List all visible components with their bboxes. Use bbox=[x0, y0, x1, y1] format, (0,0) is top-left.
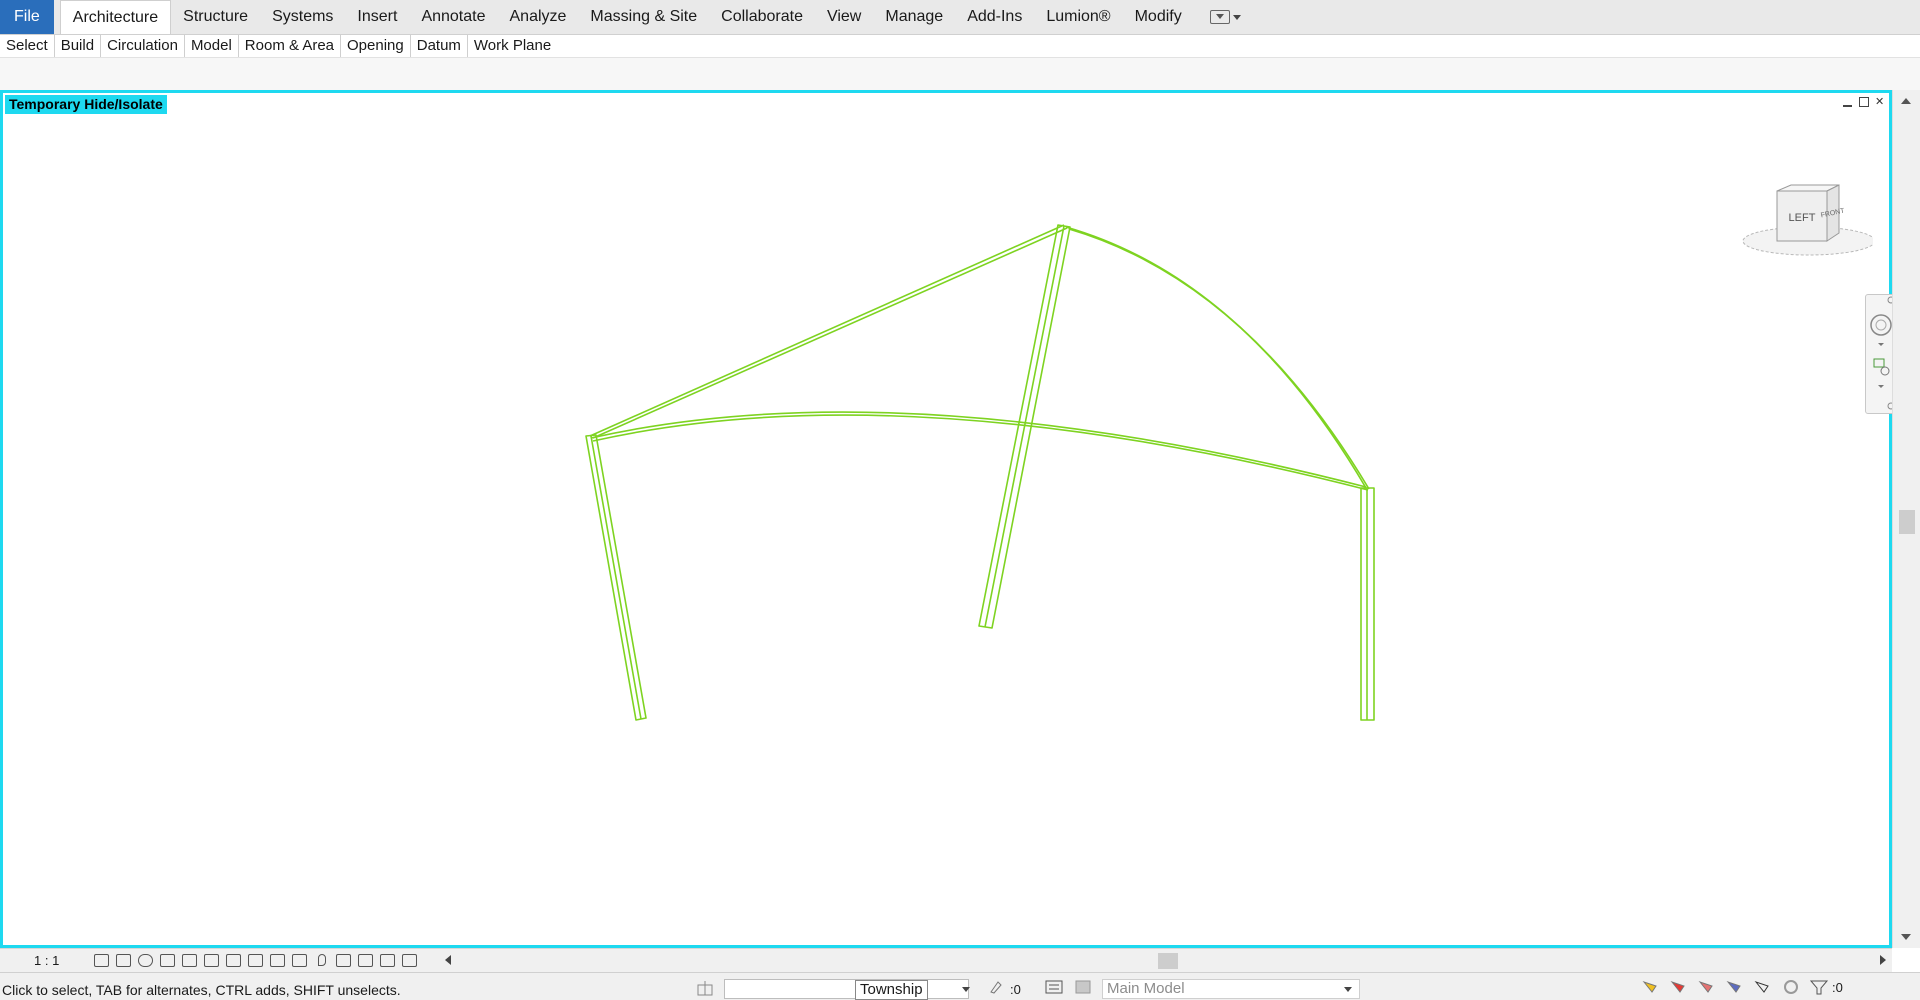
tab-massing-site[interactable]: Massing & Site bbox=[578, 0, 709, 34]
horizontal-scroll-thumb[interactable] bbox=[1158, 953, 1178, 969]
active-workset-value: Township bbox=[855, 980, 928, 1000]
design-option-dropdown[interactable]: Main Model bbox=[1102, 979, 1360, 999]
unlocked-view-icon[interactable] bbox=[246, 952, 264, 968]
tab-analyze[interactable]: Analyze bbox=[498, 0, 579, 34]
render-dialog-icon[interactable] bbox=[180, 952, 198, 968]
select-elements-by-face-icon[interactable] bbox=[1724, 978, 1746, 996]
ribbon-minimize-icon bbox=[1209, 10, 1230, 24]
scroll-right-icon[interactable] bbox=[1880, 955, 1886, 965]
panel-model[interactable]: Model bbox=[185, 35, 239, 57]
highlight-displacement-icon[interactable] bbox=[378, 952, 396, 968]
chevron-down-icon[interactable] bbox=[1344, 987, 1352, 992]
panel-datum[interactable]: Datum bbox=[411, 35, 468, 57]
design-options-icon[interactable] bbox=[1045, 979, 1063, 995]
zoom-magnifier-icon bbox=[1880, 366, 1890, 376]
tab-systems[interactable]: Systems bbox=[260, 0, 345, 34]
steering-wheel-icon[interactable] bbox=[1870, 314, 1892, 336]
chevron-down-icon bbox=[1232, 14, 1241, 20]
panel-room-area[interactable]: Room & Area bbox=[239, 35, 342, 57]
tab-architecture[interactable]: Architecture bbox=[59, 0, 172, 34]
exclude-options-icon[interactable] bbox=[1075, 979, 1093, 995]
panel-circulation[interactable]: Circulation bbox=[101, 35, 185, 57]
model-canvas[interactable] bbox=[3, 93, 1889, 945]
tab-add-ins[interactable]: Add-Ins bbox=[955, 0, 1034, 34]
beam-curved-upper[interactable] bbox=[1065, 226, 1367, 489]
viewcube-left-label: LEFT bbox=[1789, 212, 1816, 224]
scroll-up-icon[interactable] bbox=[1901, 98, 1911, 104]
tab-lumion[interactable]: Lumion® bbox=[1034, 0, 1122, 34]
ribbon-display-toggle[interactable] bbox=[1202, 0, 1249, 34]
view-scale[interactable]: 1 : 1 bbox=[34, 953, 59, 968]
temporary-hide-isolate-label: Temporary Hide/Isolate bbox=[5, 95, 167, 114]
scroll-left-icon[interactable] bbox=[445, 955, 451, 965]
temporary-view-properties-icon[interactable] bbox=[334, 952, 352, 968]
select-links-icon[interactable] bbox=[1640, 978, 1662, 996]
detail-level-icon[interactable] bbox=[92, 952, 110, 968]
scroll-down-icon[interactable] bbox=[1901, 934, 1911, 940]
chevron-down-icon[interactable] bbox=[1878, 343, 1884, 346]
reveal-hidden-elements-icon[interactable] bbox=[290, 952, 308, 968]
tab-structure[interactable]: Structure bbox=[171, 0, 260, 34]
active-workset-dropdown[interactable] bbox=[724, 979, 969, 999]
column-left-edge bbox=[590, 435, 642, 720]
beam-straight[interactable] bbox=[589, 224, 1065, 437]
tab-manage[interactable]: Manage bbox=[873, 0, 955, 34]
beam-straight-edge bbox=[592, 227, 1068, 439]
show-crop-region-icon[interactable] bbox=[224, 952, 242, 968]
panel-select[interactable]: Select bbox=[0, 35, 55, 57]
selection-options-icons: :0 bbox=[1640, 978, 1843, 996]
drag-elements-on-selection-icon[interactable] bbox=[1752, 978, 1774, 996]
editing-requests-icon[interactable] bbox=[988, 979, 1004, 995]
ribbon-panel-bar: Select Build Circulation Model Room & Ar… bbox=[0, 35, 1920, 58]
location-pin-icon[interactable] bbox=[312, 952, 330, 968]
panel-opening[interactable]: Opening bbox=[341, 35, 411, 57]
status-bar: Click to select, TAB for alternates, CTR… bbox=[0, 972, 1920, 1000]
tab-annotate[interactable]: Annotate bbox=[409, 0, 497, 34]
select-pinned-elements-icon[interactable] bbox=[1696, 978, 1718, 996]
select-underlay-elements-icon[interactable] bbox=[1668, 978, 1690, 996]
editing-requests-count: :0 bbox=[1010, 982, 1021, 997]
background-processes-icon[interactable] bbox=[1780, 978, 1802, 996]
panel-build[interactable]: Build bbox=[55, 35, 102, 57]
tab-collaborate[interactable]: Collaborate bbox=[709, 0, 815, 34]
shadows-icon[interactable] bbox=[158, 952, 176, 968]
vertical-scrollbar[interactable] bbox=[1892, 90, 1920, 948]
beam-curved-upper-edge bbox=[1068, 228, 1370, 490]
panel-work-plane[interactable]: Work Plane bbox=[468, 35, 557, 57]
viewcube[interactable]: LEFT FRONT bbox=[1739, 183, 1876, 263]
beam-arched-lower[interactable] bbox=[590, 411, 1367, 488]
zoom-region-icon[interactable] bbox=[1873, 358, 1885, 368]
restore-icon[interactable] bbox=[1859, 97, 1869, 107]
close-icon[interactable] bbox=[1875, 97, 1886, 108]
filter-icon[interactable] bbox=[1808, 978, 1830, 996]
temporary-hide-isolate-icon[interactable] bbox=[268, 952, 286, 968]
options-bar bbox=[0, 58, 1920, 91]
beam-arched-lower-edge bbox=[592, 414, 1369, 491]
tab-modify[interactable]: Modify bbox=[1123, 0, 1194, 34]
worksets-icon[interactable] bbox=[695, 979, 715, 997]
tab-file[interactable]: File bbox=[0, 0, 54, 34]
minimize-icon[interactable] bbox=[1842, 97, 1853, 108]
scroll-thumb[interactable] bbox=[1899, 510, 1915, 534]
visual-style-icon[interactable] bbox=[114, 952, 132, 968]
tab-view[interactable]: View bbox=[815, 0, 873, 34]
drawing-viewport[interactable]: Temporary Hide/Isolate LEFT FRONT bbox=[0, 90, 1897, 948]
view-control-icons bbox=[92, 952, 418, 968]
crop-view-icon[interactable] bbox=[202, 952, 220, 968]
view-control-bar: 1 : 1 bbox=[0, 948, 1892, 973]
sun-path-icon[interactable] bbox=[136, 952, 154, 968]
status-message: Click to select, TAB for alternates, CTR… bbox=[2, 982, 401, 998]
view-window-controls bbox=[1842, 97, 1886, 108]
steering-wheel-center-icon bbox=[1875, 319, 1887, 331]
filter-count: :0 bbox=[1832, 979, 1843, 995]
chevron-down-icon[interactable] bbox=[1878, 385, 1884, 388]
ribbon-tab-bar: File Architecture Structure Systems Inse… bbox=[0, 0, 1920, 35]
tab-insert[interactable]: Insert bbox=[345, 0, 409, 34]
chevron-down-icon[interactable] bbox=[962, 987, 970, 992]
show-analytical-model-icon[interactable] bbox=[356, 952, 374, 968]
reveal-constraints-icon[interactable] bbox=[400, 952, 418, 968]
